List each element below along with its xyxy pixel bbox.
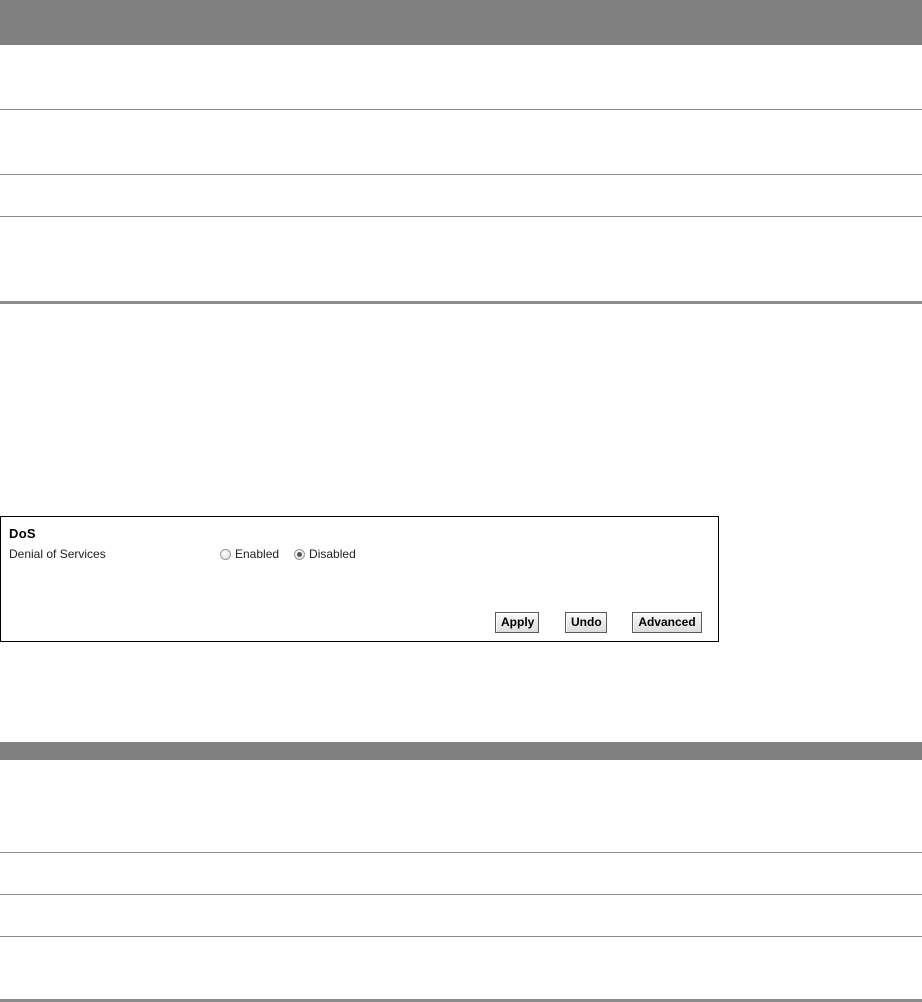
disabled-radio[interactable] [294,548,306,560]
table-row [0,895,922,937]
apply-button[interactable]: Apply [495,612,539,633]
dos-settings-panel: DoS Denial of Services Enabled Disabled … [0,516,719,642]
enabled-label: Enabled [235,547,280,561]
table-row [0,937,922,1002]
denial-of-services-label: Denial of Services [9,547,106,561]
top-table [0,0,922,304]
bottom-table [0,742,922,1002]
disabled-option[interactable]: Disabled [294,547,356,561]
panel-title: DoS [9,526,36,541]
table-row [0,853,922,895]
top-table-header [0,0,922,45]
undo-button[interactable]: Undo [565,612,607,633]
advanced-button[interactable]: Advanced [632,612,702,633]
table-row [0,110,922,175]
bottom-table-header [0,742,922,760]
dos-radio-group: Enabled Disabled [220,547,356,561]
table-row [0,175,922,217]
disabled-label: Disabled [309,547,356,561]
table-row [0,45,922,110]
table-row [0,760,922,853]
table-row [0,217,922,304]
enabled-option[interactable]: Enabled [220,547,279,561]
enabled-radio[interactable] [220,548,231,560]
